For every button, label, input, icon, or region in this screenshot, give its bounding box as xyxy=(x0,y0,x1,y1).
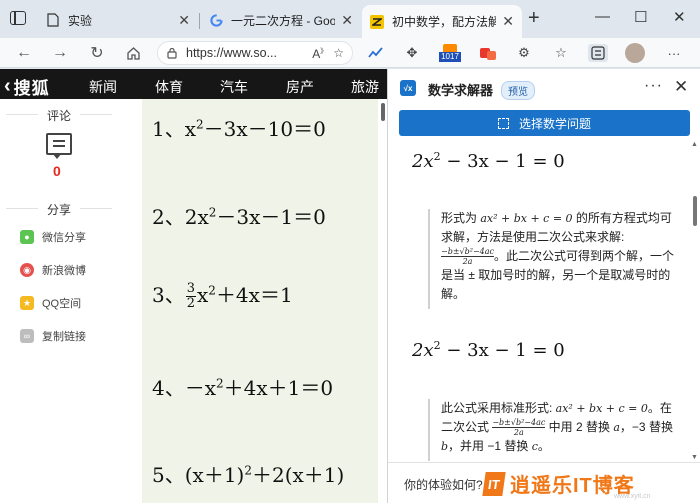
feedback-prompt[interactable]: 你的体验如何? xyxy=(404,476,483,493)
sohu-icon xyxy=(370,14,384,29)
web-page: ‹ 搜狐 新闻 体育 汽车 房产 旅游 评论 0 分享 ● 微信分享 ◉ 新浪微… xyxy=(0,69,387,503)
tab-google[interactable]: 一元二次方程 - Google 搜 ✕ xyxy=(201,5,361,35)
quadratic-formula: −b±√b²−4ac 2a xyxy=(441,247,494,267)
google-icon xyxy=(209,13,223,27)
tab-divider xyxy=(199,13,200,29)
maximize-button[interactable]: ☐ xyxy=(634,8,647,26)
home-icon[interactable] xyxy=(121,42,145,64)
page-scrollbar[interactable] xyxy=(379,99,387,503)
scrollbar-thumb[interactable] xyxy=(693,196,697,226)
comment-heading: 评论 xyxy=(0,107,118,124)
explanation-block-1: 形式为 ax² + bx + c = 0 的所有方程式均可求解，方法是使用二次公… xyxy=(428,209,678,309)
share-heading: 分享 xyxy=(0,201,118,218)
equation-2: 2、2x2－3x－1＝0 xyxy=(152,205,326,229)
calendar-extension-icon[interactable]: 1017 xyxy=(438,44,462,62)
scrollbar-thumb[interactable] xyxy=(381,103,385,121)
close-icon[interactable]: ✕ xyxy=(341,12,353,29)
fraction: 32 xyxy=(185,281,197,311)
share-weibo[interactable]: ◉ 新浪微博 xyxy=(20,262,86,278)
close-icon[interactable]: ✕ xyxy=(178,12,190,29)
new-tab-button[interactable]: + xyxy=(528,8,540,28)
panel-title: 数学求解器 xyxy=(428,83,494,98)
share-wechat[interactable]: ● 微信分享 xyxy=(20,229,86,245)
profile-avatar[interactable] xyxy=(625,43,645,63)
weibo-icon: ◉ xyxy=(20,263,34,277)
wechat-icon: ● xyxy=(20,230,34,244)
minimize-button[interactable]: — xyxy=(595,8,610,25)
watermark-url: www.xyit.cn xyxy=(614,493,651,500)
equation-1: 1、x2－3x－10＝0 xyxy=(152,117,326,141)
close-icon[interactable]: ✕ xyxy=(674,77,688,97)
side-share-panel: 评论 0 分享 ● 微信分享 ◉ 新浪微博 ★ QQ空间 ∞ 复制链接 xyxy=(0,99,142,503)
solver-equation-repeat: 2x2 − 3x − 1 = 0 xyxy=(412,339,565,361)
close-icon[interactable]: ✕ xyxy=(502,13,514,30)
tab-title: 一元二次方程 - Google 搜 xyxy=(231,13,336,28)
math-solver-icon[interactable] xyxy=(588,44,608,62)
feedback-bar: 你的体验如何? IT 逍遥乐IT博客 www.xyit.cn xyxy=(388,462,700,503)
tab-active-article[interactable]: 初中数学，配方法解一元 ✕ xyxy=(362,5,522,38)
chart-extension-icon[interactable] xyxy=(366,44,386,62)
article-content: 1、x2－3x－10＝0 2、2x2－3x－1＝0 3、 3 2 x2＋4x＝1 4、… xyxy=(142,99,378,503)
select-math-problem-button[interactable]: 选择数学问题 xyxy=(399,110,690,136)
nav-link[interactable]: 房产 xyxy=(286,77,314,97)
explanation-block-2: 此公式采用标准形式: ax² + bx + c = 0。在二次公式 −b±√b²… xyxy=(428,399,678,461)
site-logo[interactable]: ‹ 搜狐 xyxy=(4,74,50,99)
math-solver-logo-icon: √x xyxy=(400,80,416,96)
address-bar-row: ← → ↻ https://www.so... A》 ☆ ✥ 1017 ⚙ ☆ … xyxy=(0,38,700,68)
read-aloud-icon[interactable]: A》 xyxy=(312,46,327,61)
logo-mark-icon: ‹ xyxy=(4,75,12,97)
nav-link[interactable]: 旅游 xyxy=(351,77,379,97)
red-extension-icon[interactable] xyxy=(478,44,498,62)
select-region-icon xyxy=(497,117,509,129)
scroll-up-icon[interactable]: ▲ xyxy=(691,141,698,148)
more-options-icon[interactable]: ··· xyxy=(644,77,663,95)
add-favorite-icon[interactable]: ☆ xyxy=(333,46,344,60)
favorites-icon[interactable]: ☆ xyxy=(551,44,571,62)
preview-badge: 预览 xyxy=(501,81,535,100)
nav-link[interactable]: 体育 xyxy=(155,77,183,97)
address-input[interactable]: https://www.so... A》 ☆ xyxy=(157,41,353,65)
watermark-logo: IT xyxy=(482,471,506,496)
tab-strip: 实验 ✕ 一元二次方程 - Google 搜 ✕ 初中数学，配方法解一元 ✕ +… xyxy=(0,0,700,38)
comment-icon[interactable] xyxy=(46,133,72,159)
nav-link[interactable]: 新闻 xyxy=(89,77,117,97)
quadratic-formula: −b±√b²−4ac 2a xyxy=(492,418,546,438)
back-arrow-icon[interactable]: ← xyxy=(12,42,36,64)
link-icon: ∞ xyxy=(20,329,34,343)
comment-count[interactable]: 0 xyxy=(53,163,61,179)
extension-badge: 1017 xyxy=(439,52,461,62)
puzzle-extension-icon[interactable]: ✥ xyxy=(402,44,422,62)
tab-experiment[interactable]: 实验 ✕ xyxy=(38,5,198,35)
equation-5: 5、(x＋1)2＋2(x＋1) xyxy=(152,463,345,487)
tab-actions-icon[interactable] xyxy=(10,11,26,25)
nav-link[interactable]: 汽车 xyxy=(220,77,248,97)
scroll-down-icon[interactable]: ▼ xyxy=(691,454,698,461)
forward-arrow-icon[interactable]: → xyxy=(48,42,72,64)
site-header: ‹ 搜狐 新闻 体育 汽车 房产 旅游 xyxy=(0,69,387,99)
blog-watermark: IT 逍遥乐IT博客 xyxy=(482,469,635,498)
share-qzone[interactable]: ★ QQ空间 xyxy=(20,295,81,311)
url-text: https://www.so... xyxy=(186,46,278,60)
star-icon: ★ xyxy=(20,296,34,310)
equation-4: 4、－x2＋4x＋1＝0 xyxy=(152,376,334,400)
share-copy-link[interactable]: ∞ 复制链接 xyxy=(20,328,86,344)
solver-equation: 2x2 − 3x − 1 = 0 xyxy=(412,150,565,172)
document-icon xyxy=(46,13,60,27)
tab-title: 初中数学，配方法解一元 xyxy=(392,15,497,29)
refresh-icon[interactable]: ↻ xyxy=(85,42,109,64)
math-solver-panel: √x 数学求解器 预览 ··· ✕ 选择数学问题 2x2 − 3x − 1 = … xyxy=(387,69,700,503)
lock-icon xyxy=(166,47,178,59)
tab-title: 实验 xyxy=(68,13,93,28)
extensions-icon[interactable]: ⚙ xyxy=(514,44,534,62)
panel-header: √x 数学求解器 预览 ··· ✕ xyxy=(388,69,700,107)
close-window-button[interactable]: ✕ xyxy=(673,8,686,26)
equation-3: 3、 3 2 x2＋4x＝1 xyxy=(152,281,293,311)
panel-scrollbar[interactable]: ▲ ▼ xyxy=(691,141,699,461)
more-menu-icon[interactable]: ··· xyxy=(664,44,684,62)
